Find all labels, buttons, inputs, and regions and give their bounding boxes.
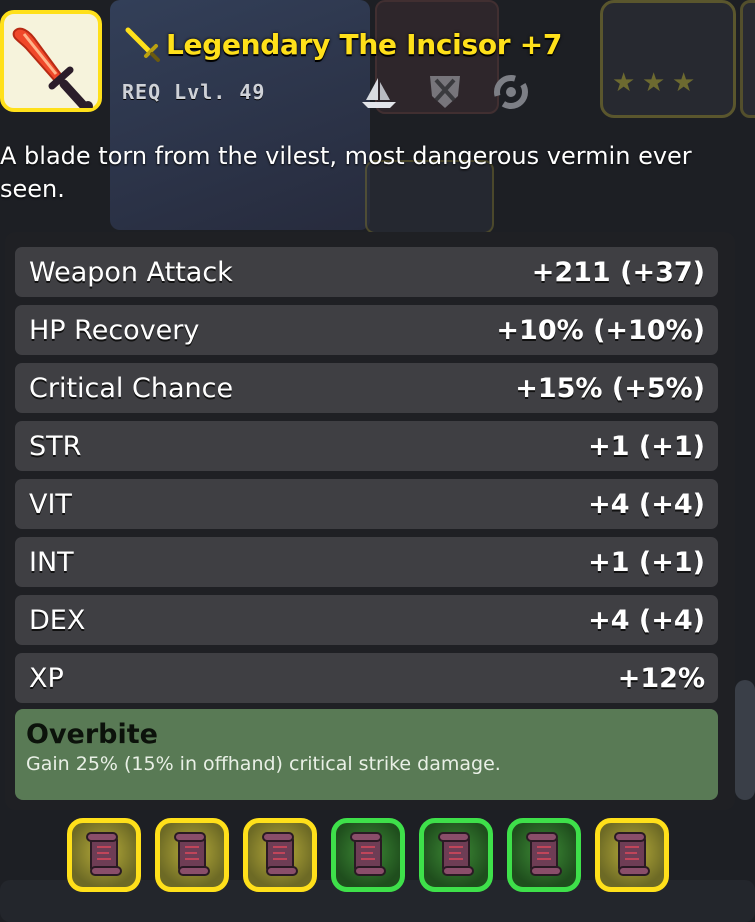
scroll-icon [257, 829, 303, 881]
item-level-requirement: REQ Lvl. 49 [122, 80, 266, 104]
scroll-icon [521, 829, 567, 881]
scroll-icon [169, 829, 215, 881]
stat-label: STR [29, 430, 82, 462]
upgrade-slot[interactable] [243, 818, 317, 892]
shield-icon [430, 76, 460, 108]
sword-icon [12, 27, 93, 108]
scroll-icon [609, 829, 655, 881]
stat-value: +1 (+1) [588, 546, 705, 578]
stat-value: +1 (+1) [588, 430, 705, 462]
stat-label: INT [29, 546, 74, 578]
stat-value: +15% (+5%) [515, 372, 705, 404]
item-title-row: Legendary The Incisor +7 [122, 24, 562, 64]
stat-row-str: STR +1 (+1) [15, 421, 718, 471]
upgrade-slot[interactable] [331, 818, 405, 892]
scroll-icon [81, 829, 127, 881]
stat-label: HP Recovery [29, 314, 200, 346]
stat-value: +12% [617, 662, 705, 694]
ability-name: Overbite [26, 719, 158, 750]
upgrade-slot[interactable] [67, 818, 141, 892]
stat-row-critical-chance: Critical Chance +15% (+5%) [15, 363, 718, 413]
stat-row-hp-recovery: HP Recovery +10% (+10%) [15, 305, 718, 355]
swirl-icon [494, 75, 528, 109]
scroll-icon [433, 829, 479, 881]
stat-label: Weapon Attack [29, 256, 233, 288]
item-description: A blade torn from the vilest, most dange… [0, 142, 692, 203]
ability-box: Overbite Gain 25% (15% in offhand) criti… [15, 709, 718, 800]
ability-description: Gain 25% (15% in offhand) critical strik… [26, 753, 501, 775]
upgrade-slot[interactable] [507, 818, 581, 892]
item-icon-frame[interactable] [0, 10, 102, 112]
upgrade-slot[interactable] [155, 818, 229, 892]
upgrade-slot[interactable] [595, 818, 669, 892]
stat-value: +4 (+4) [588, 488, 705, 520]
item-title: Legendary The Incisor +7 [166, 27, 563, 61]
stat-value: +10% (+10%) [496, 314, 705, 346]
stat-value: +4 (+4) [588, 604, 705, 636]
upgrade-slot[interactable] [419, 818, 493, 892]
stat-label: VIT [29, 488, 72, 520]
dagger-icon [125, 27, 160, 62]
stat-row-xp: XP +12% [15, 653, 718, 703]
stat-label: DEX [29, 604, 86, 636]
stat-value: +211 (+37) [531, 256, 705, 288]
ship-icon [362, 78, 396, 108]
stat-row-dex: DEX +4 (+4) [15, 595, 718, 645]
stat-label: Critical Chance [29, 372, 234, 404]
scroll-icon [345, 829, 391, 881]
stat-row-int: INT +1 (+1) [15, 537, 718, 587]
stat-row-vit: VIT +4 (+4) [15, 479, 718, 529]
stat-label: XP [29, 662, 64, 694]
stat-row-weapon-attack: Weapon Attack +211 (+37) [15, 247, 718, 297]
